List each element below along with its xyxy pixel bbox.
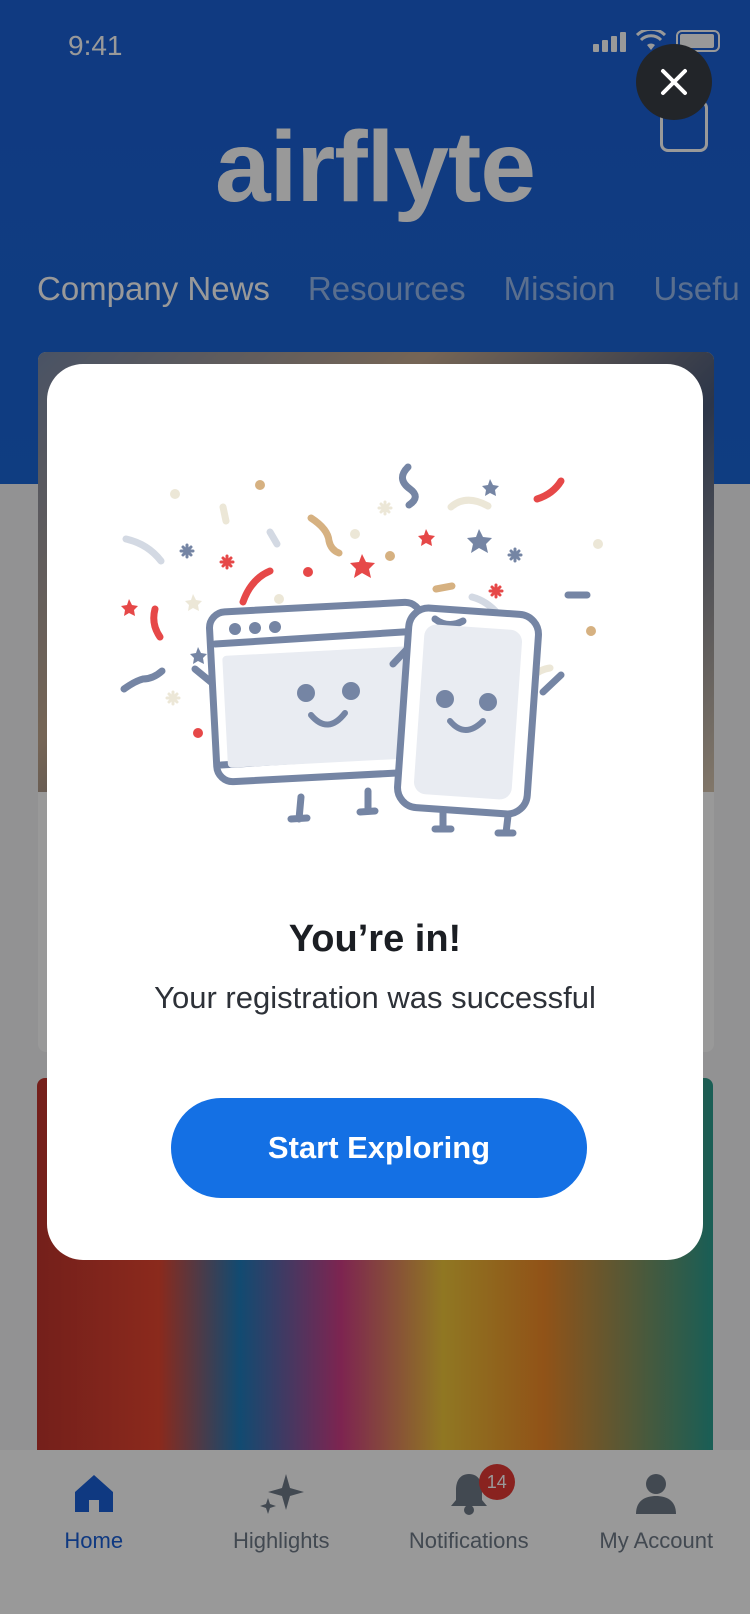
start-exploring-button[interactable]: Start Exploring [171,1098,587,1198]
celebration-devices-illustration [120,463,603,837]
success-modal: You’re in! Your registration was success… [47,364,703,1260]
close-icon [661,69,687,95]
close-button[interactable] [636,44,712,120]
modal-title: You’re in! [288,918,462,960]
modal-subtitle: Your registration was successful [154,980,596,1015]
